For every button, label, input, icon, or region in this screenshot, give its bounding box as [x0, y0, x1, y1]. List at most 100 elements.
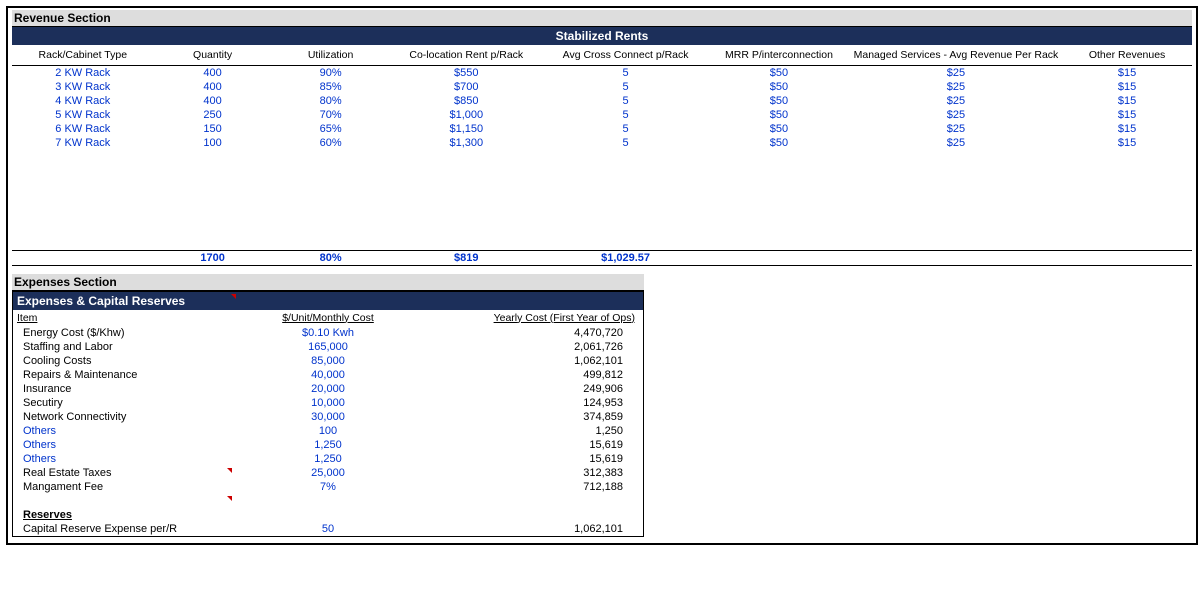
- total-util: 80%: [272, 250, 390, 265]
- cell-managed: $25: [850, 94, 1062, 108]
- cell-other: $15: [1062, 66, 1192, 81]
- reserves-header-row: Reserves: [13, 508, 643, 522]
- revenue-row: 5 KW Rack25070%$1,0005$50$25$15: [12, 108, 1192, 122]
- header-managed: Managed Services - Avg Revenue Per Rack: [850, 45, 1062, 66]
- expense-year: 499,812: [423, 368, 644, 382]
- expense-year: 15,619: [423, 452, 644, 466]
- expense-label: Others: [13, 438, 234, 452]
- revenue-row: 3 KW Rack40085%$7005$50$25$15: [12, 80, 1192, 94]
- expense-row: Energy Cost ($/Khw)$0.10 Kwh4,470,720: [13, 326, 643, 340]
- cell-colo: $700: [390, 80, 543, 94]
- cell-cross: 5: [543, 136, 708, 150]
- cell-mrr: $50: [708, 94, 850, 108]
- expense-label: Others: [13, 424, 234, 438]
- expense-label: Staffing and Labor: [13, 340, 234, 354]
- expenses-banner: Expenses & Capital Reserves: [13, 292, 643, 310]
- expense-cost: 40,000: [234, 368, 423, 382]
- expense-cost: 20,000: [234, 382, 423, 396]
- expense-row: Secutiry10,000124,953: [13, 396, 643, 410]
- header-util: Utilization: [272, 45, 390, 66]
- reserve-label: Capital Reserve Expense per/R: [13, 522, 234, 536]
- revenue-section-title: Revenue Section: [12, 10, 1192, 27]
- revenue-row: 6 KW Rack15065%$1,1505$50$25$15: [12, 122, 1192, 136]
- expense-row: Insurance20,000249,906: [13, 382, 643, 396]
- revenue-row: 4 KW Rack40080%$8505$50$25$15: [12, 94, 1192, 108]
- spreadsheet-container: Revenue Section Stabilized Rents Rack/Ca…: [6, 6, 1198, 545]
- cell-managed: $25: [850, 122, 1062, 136]
- cell-util: 85%: [272, 80, 390, 94]
- expense-year: 2,061,726: [423, 340, 644, 354]
- cell-mrr: $50: [708, 80, 850, 94]
- expense-row: Others1001,250: [13, 424, 643, 438]
- cell-mrr: $50: [708, 66, 850, 81]
- revenue-header-row: Rack/Cabinet Type Quantity Utilization C…: [12, 45, 1192, 66]
- expense-cost: 1,250: [234, 438, 423, 452]
- cell-other: $15: [1062, 108, 1192, 122]
- reserve-year: 1,062,101: [423, 522, 644, 536]
- expense-row: Staffing and Labor165,0002,061,726: [13, 340, 643, 354]
- expense-year: 1,250: [423, 424, 644, 438]
- expense-year: 374,859: [423, 410, 644, 424]
- stabilized-rents-banner: Stabilized Rents: [12, 27, 1192, 45]
- cell-util: 65%: [272, 122, 390, 136]
- cell-managed: $25: [850, 80, 1062, 94]
- cell-mrr: $50: [708, 108, 850, 122]
- cell-colo: $1,150: [390, 122, 543, 136]
- expense-label: Secutiry: [13, 396, 234, 410]
- cell-cross: 5: [543, 122, 708, 136]
- cell-qty: 250: [154, 108, 272, 122]
- comment-marker-icon: [228, 292, 238, 306]
- expense-row: Others1,25015,619: [13, 438, 643, 452]
- cell-qty: 400: [154, 94, 272, 108]
- expense-row: Cooling Costs85,0001,062,101: [13, 354, 643, 368]
- expense-cost: 10,000: [234, 396, 423, 410]
- cell-other: $15: [1062, 122, 1192, 136]
- cell-mrr: $50: [708, 136, 850, 150]
- expense-label: Real Estate Taxes: [13, 466, 234, 480]
- cell-util: 90%: [272, 66, 390, 81]
- revenue-totals-row: 1700 80% $819 $1,029.57: [12, 250, 1192, 265]
- expense-cost: 7%: [234, 480, 423, 494]
- cell-util: 60%: [272, 136, 390, 150]
- expense-year: 249,906: [423, 382, 644, 396]
- cell-qty: 150: [154, 122, 272, 136]
- cell-util: 80%: [272, 94, 390, 108]
- expense-year: 1,062,101: [423, 354, 644, 368]
- expenses-section: Expenses Section Expenses & Capital Rese…: [12, 274, 644, 537]
- expense-row: Real Estate Taxes25,000312,383: [13, 466, 643, 480]
- header-rack: Rack/Cabinet Type: [12, 45, 154, 66]
- expense-year: 4,470,720: [423, 326, 644, 340]
- cell-rack: 7 KW Rack: [12, 136, 154, 150]
- expense-year: 712,188: [423, 480, 644, 494]
- expense-label: Cooling Costs: [13, 354, 234, 368]
- comment-marker-row: [13, 494, 643, 502]
- expense-row: Mangament Fee7%712,188: [13, 480, 643, 494]
- cell-rack: 5 KW Rack: [12, 108, 154, 122]
- revenue-row: 7 KW Rack10060%$1,3005$50$25$15: [12, 136, 1192, 150]
- expense-row: Repairs & Maintenance40,000499,812: [13, 368, 643, 382]
- cell-util: 70%: [272, 108, 390, 122]
- expense-label: Repairs & Maintenance: [13, 368, 234, 382]
- expense-cost: $0.10 Kwh: [234, 326, 423, 340]
- revenue-row: 2 KW Rack40090%$5505$50$25$15: [12, 66, 1192, 81]
- expenses-header-row: Item $/Unit/Monthly Cost Yearly Cost (Fi…: [13, 310, 643, 326]
- expense-year: 15,619: [423, 438, 644, 452]
- expense-cost: 30,000: [234, 410, 423, 424]
- header-mrr: MRR P/interconnection: [708, 45, 850, 66]
- expenses-table: Item $/Unit/Monthly Cost Yearly Cost (Fi…: [13, 310, 643, 536]
- cell-colo: $550: [390, 66, 543, 81]
- cell-qty: 400: [154, 66, 272, 81]
- cell-colo: $1,000: [390, 108, 543, 122]
- expenses-section-title: Expenses Section: [12, 274, 644, 291]
- cell-cross: 5: [543, 108, 708, 122]
- header-item: Item: [13, 310, 234, 326]
- header-cross: Avg Cross Connect p/Rack: [543, 45, 708, 66]
- comment-marker-icon: [13, 494, 234, 502]
- expense-cost: 1,250: [234, 452, 423, 466]
- header-year: Yearly Cost (First Year of Ops): [423, 310, 644, 326]
- cell-managed: $25: [850, 66, 1062, 81]
- cell-rack: 4 KW Rack: [12, 94, 154, 108]
- header-cost: $/Unit/Monthly Cost: [234, 310, 423, 326]
- expense-label: Others: [13, 452, 234, 466]
- cell-cross: 5: [543, 80, 708, 94]
